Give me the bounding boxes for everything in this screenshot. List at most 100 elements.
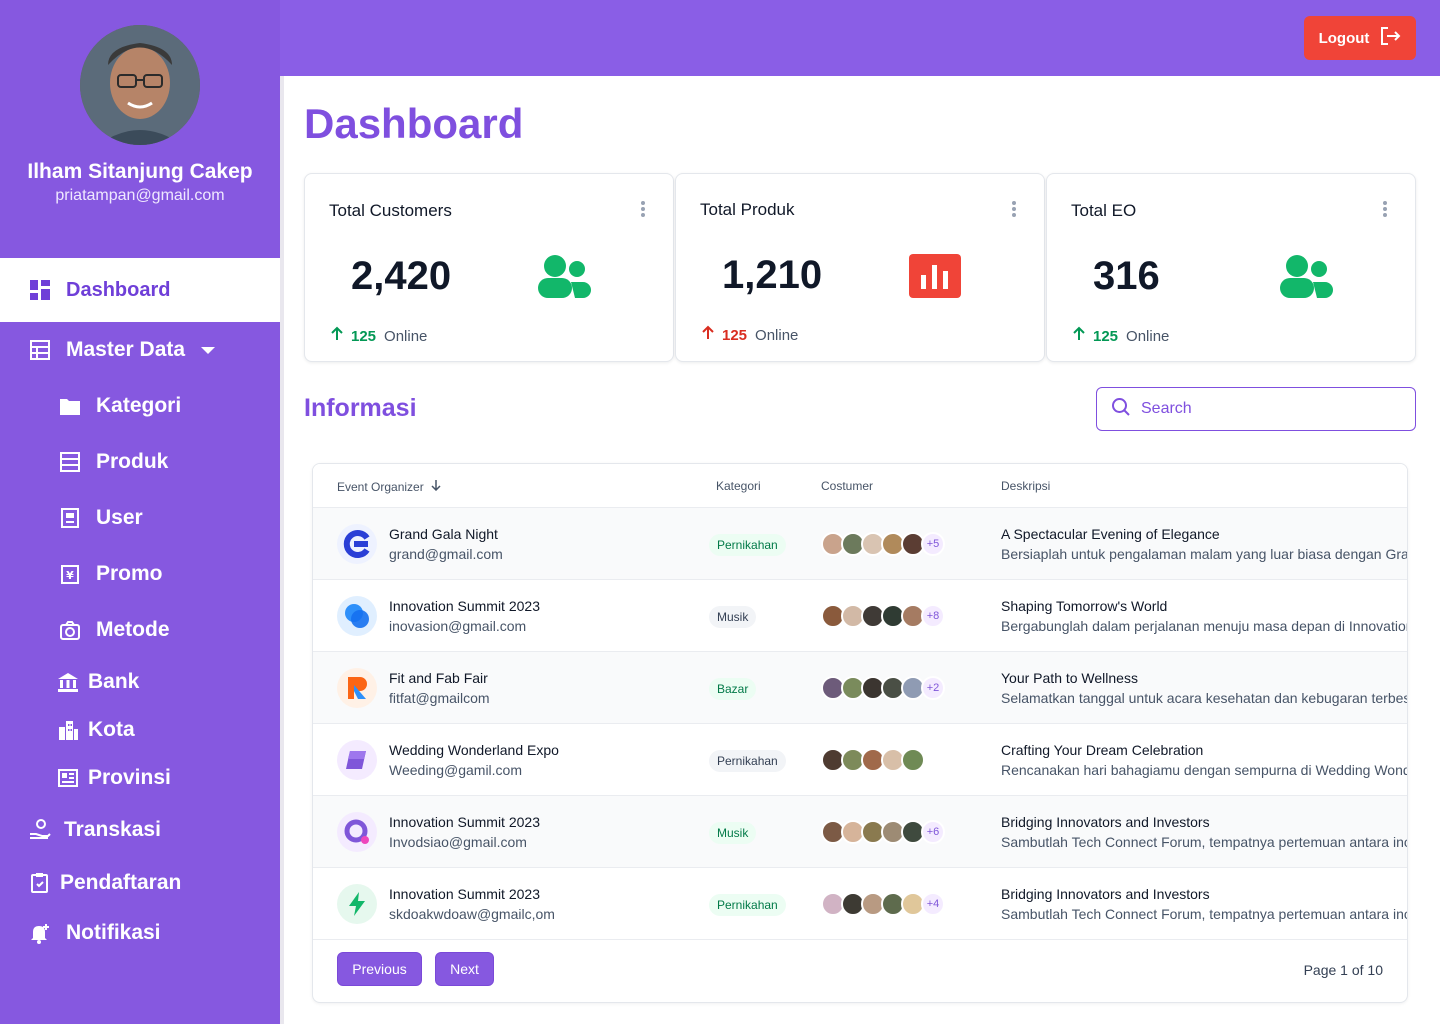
category-badge: Pernikahan <box>709 894 786 916</box>
page-indicator: Page 1 of 10 <box>1303 962 1383 978</box>
sidebar-item-notifikasi[interactable]: Notifikasi <box>28 921 161 945</box>
organizer-email: skdoakwdoaw@gmailc,om <box>389 906 555 922</box>
table-row[interactable]: Innovation Summit 2023 Invodsiao@gmail.c… <box>313 796 1407 868</box>
avatar-more-count: +2 <box>921 676 945 700</box>
section-title-informasi: Informasi <box>304 394 417 422</box>
avatar <box>901 748 925 772</box>
column-label: Event Organizer <box>337 479 424 494</box>
stat-card-customers: Total Customers 2,420 125 Online <box>304 173 674 362</box>
kebab-menu-icon[interactable] <box>1379 199 1391 219</box>
description-text: Selamatkan tanggal untuk acara kesehatan… <box>1001 690 1407 706</box>
kebab-menu-icon[interactable] <box>637 199 649 219</box>
profile-email: priatampan@gmail.com <box>55 187 225 204</box>
sidebar-item-bank[interactable]: Bank <box>56 670 139 694</box>
search-icon <box>1111 397 1131 422</box>
stat-card-produk: Total Produk 1,210 125 Online <box>675 173 1045 362</box>
sidebar-item-kota[interactable]: Kota <box>56 718 135 742</box>
organizer-email: inovasion@gmail.com <box>389 618 527 634</box>
users-icon <box>1279 254 1333 298</box>
description-text: Sambutlah Tech Connect Forum, tempatnya … <box>1001 906 1407 922</box>
sidebar-item-label: Kota <box>88 718 135 741</box>
users-icon <box>537 254 591 298</box>
sidebar-item-metode[interactable]: Metode <box>58 618 170 642</box>
customer-avatar-group: +4 <box>821 892 945 916</box>
user-doc-icon <box>58 506 82 530</box>
table-icon <box>58 450 82 474</box>
customer-avatar-group <box>821 748 925 772</box>
sidebar-item-label: User <box>96 506 143 529</box>
description-title: Bridging Innovators and Investors <box>1001 886 1210 902</box>
kebab-menu-icon[interactable] <box>1008 199 1020 219</box>
sidebar-item-promo[interactable]: ¥ Promo <box>58 562 163 586</box>
promo-icon: ¥ <box>58 562 82 586</box>
search-input[interactable] <box>1141 400 1381 418</box>
stat-card-value: 2,420 <box>351 254 452 298</box>
news-icon <box>56 766 80 790</box>
sidebar-item-master-data[interactable]: Master Data <box>28 338 216 362</box>
sidebar-item-pendaftaran[interactable]: Pendaftaran <box>28 871 181 895</box>
organizer-email: fitfat@gmailcom <box>389 690 490 706</box>
sidebar-item-label: Provinsi <box>88 766 171 789</box>
camera-icon <box>58 618 82 642</box>
table-row[interactable]: Innovation Summit 2023 skdoakwdoaw@gmail… <box>313 868 1407 940</box>
description-text: Rencanakan hari bahagiamu dengan sempurn… <box>1001 762 1407 778</box>
organizer-name: Fit and Fab Fair <box>389 670 488 686</box>
topbar: Logout <box>280 0 1440 76</box>
category-badge: Bazar <box>709 678 757 700</box>
stat-card-value: 1,210 <box>722 253 823 297</box>
stat-card-value: 316 <box>1093 254 1160 298</box>
arrow-up-icon <box>329 326 345 346</box>
description-text: Sambutlah Tech Connect Forum, tempatnya … <box>1001 834 1407 850</box>
event-logo-icon <box>337 596 377 636</box>
sidebar-item-label: Notifikasi <box>66 921 161 944</box>
stat-card-delta-label: Online <box>755 326 799 344</box>
pagination: Previous Next Page 1 of 10 <box>313 940 1407 1002</box>
page-title: Dashboard <box>304 100 524 147</box>
avatar-more-count: +8 <box>921 604 945 628</box>
table-row[interactable]: Grand Gala Night grand@gmail.com Pernika… <box>313 508 1407 580</box>
hand-money-icon <box>28 818 52 842</box>
stat-card-delta-label: Online <box>1126 327 1170 345</box>
sidebar-item-dashboard[interactable]: Dashboard <box>0 258 280 322</box>
chevron-down-icon <box>201 346 216 354</box>
stat-card-delta: 125 <box>1093 327 1119 345</box>
sidebar-item-label: Kategori <box>96 394 182 417</box>
column-header-event-organizer[interactable]: Event Organizer <box>337 479 442 494</box>
customer-avatar-group: +5 <box>821 532 945 556</box>
logout-icon <box>1379 25 1401 51</box>
customer-avatar-group: +6 <box>821 820 945 844</box>
stat-card-delta: 125 <box>722 326 748 344</box>
stat-card-delta-label: Online <box>384 327 428 345</box>
sidebar-item-kategori[interactable]: Kategori <box>58 394 181 418</box>
sidebar-item-transkasi[interactable]: Transkasi <box>28 818 161 842</box>
table-row[interactable]: Innovation Summit 2023 inovasion@gmail.c… <box>313 580 1407 652</box>
profile-avatar <box>80 25 200 145</box>
column-header-kategori: Kategori <box>716 479 761 493</box>
organizer-name: Innovation Summit 2023 <box>389 814 540 830</box>
avatar-more-count: +4 <box>921 892 945 916</box>
table-row[interactable]: Wedding Wonderland Expo Weeding@gamil.co… <box>313 724 1407 796</box>
events-table: Event Organizer Kategori Costumer Deskri… <box>312 463 1408 1003</box>
stat-card-trend: 125 Online <box>329 326 427 346</box>
logout-button[interactable]: Logout <box>1304 16 1416 60</box>
stat-card-eo: Total EO 316 125 Online <box>1046 173 1416 362</box>
stat-card-title: Total EO <box>1071 201 1137 220</box>
sidebar-item-label: Bank <box>88 670 140 693</box>
event-logo-icon <box>337 812 377 852</box>
table-row[interactable]: Fit and Fab Fair fitfat@gmailcom Bazar +… <box>313 652 1407 724</box>
organizer-email: Weeding@gamil.com <box>389 762 523 778</box>
sidebar-item-label: Produk <box>96 450 169 473</box>
next-button[interactable]: Next <box>435 952 494 986</box>
sidebar-item-provinsi[interactable]: Provinsi <box>56 766 171 790</box>
organizer-name: Innovation Summit 2023 <box>389 598 540 614</box>
profile-name: Ilham Sitanjung Cakep <box>27 160 253 183</box>
organizer-name: Wedding Wonderland Expo <box>389 742 559 758</box>
previous-button[interactable]: Previous <box>337 952 422 986</box>
sidebar-item-user[interactable]: User <box>58 506 143 530</box>
sidebar-item-produk[interactable]: Produk <box>58 450 168 474</box>
avatar-more-count: +6 <box>921 820 945 844</box>
stat-card-title: Total Customers <box>329 201 452 220</box>
clipboard-icon <box>28 871 52 895</box>
description-title: Shaping Tomorrow's World <box>1001 598 1168 614</box>
description-title: Crafting Your Dream Celebration <box>1001 742 1204 758</box>
